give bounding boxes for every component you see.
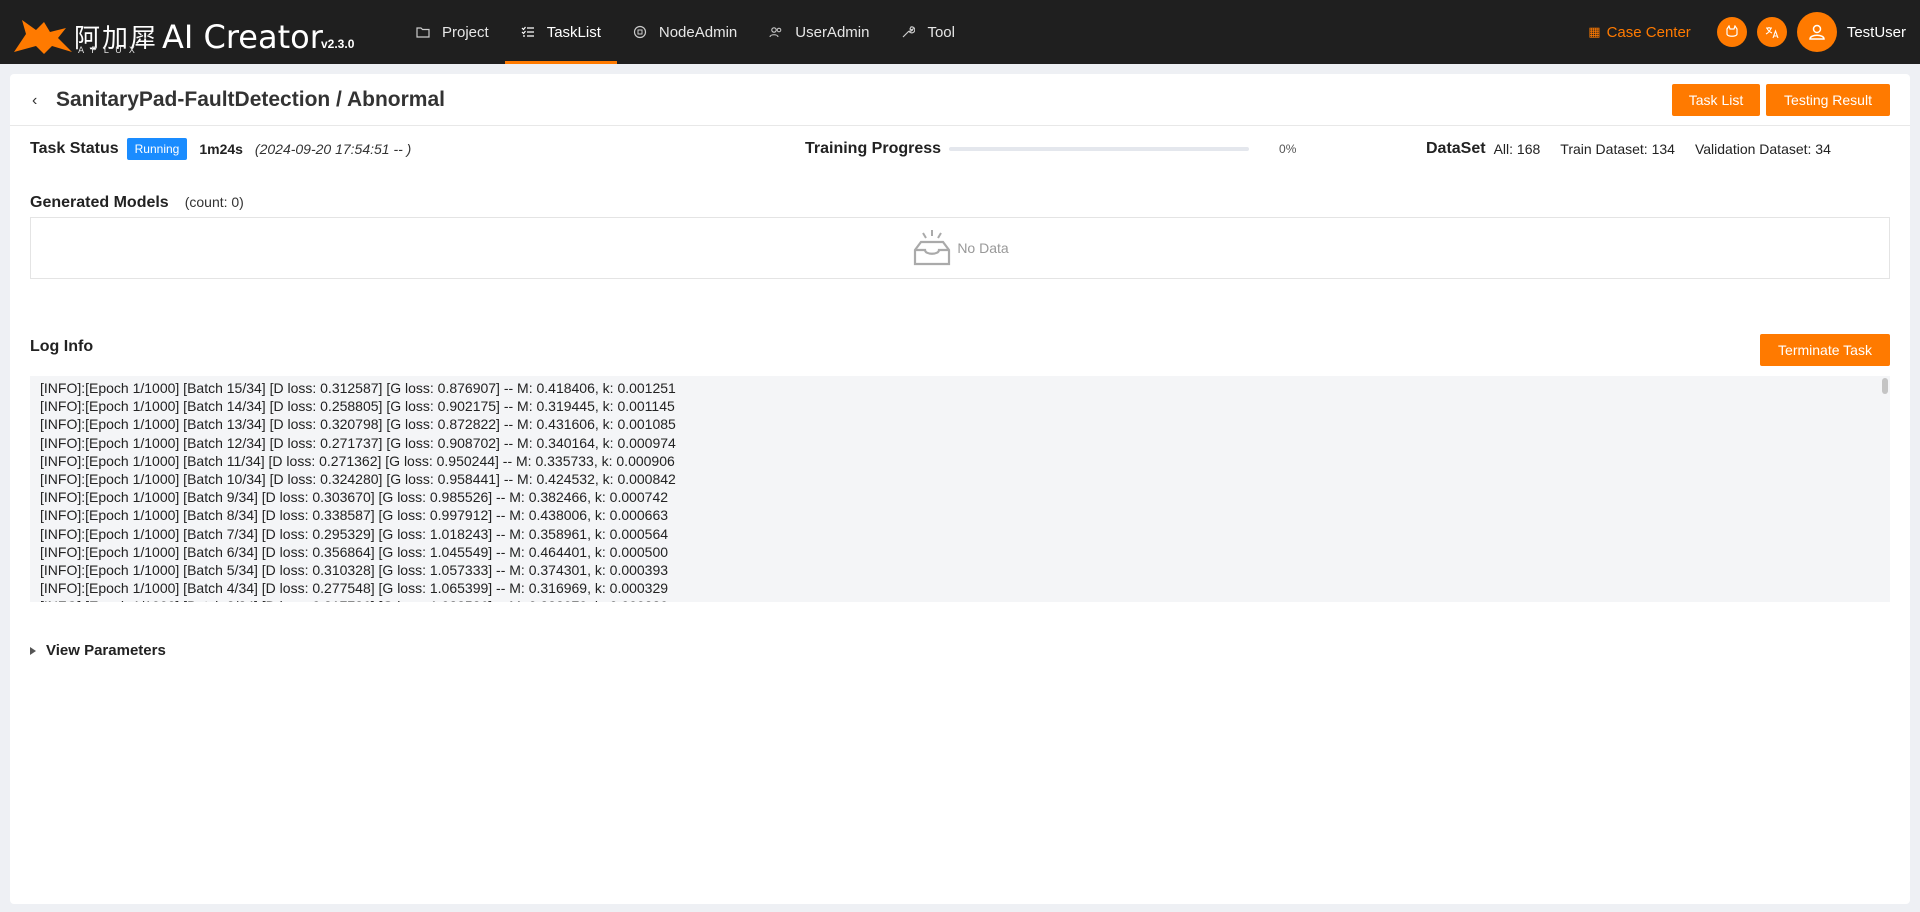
generated-models-header: Generated Models (count: 0) — [30, 194, 244, 212]
grid-icon: ▦ — [1588, 24, 1601, 39]
task-list-button[interactable]: Task List — [1672, 84, 1760, 116]
no-data-text: No Data — [957, 240, 1009, 256]
nav-item-tool[interactable]: Tool — [885, 0, 971, 64]
log-line: [INFO]:[Epoch 1/1000] [Batch 9/34] [D lo… — [40, 489, 669, 506]
app-version: v2.3.0 — [321, 37, 355, 51]
log-line: [INFO]:[Epoch 1/1000] [Batch 4/34] [D lo… — [40, 580, 669, 597]
github-button[interactable] — [1716, 17, 1747, 47]
log-line: [INFO]:[Epoch 1/1000] [Batch 7/34] [D lo… — [40, 525, 669, 542]
progress-bar-track — [949, 147, 1250, 151]
log-line: [INFO]:[Epoch 1/1000] [Batch 5/34] [D lo… — [40, 562, 669, 579]
testing-result-button[interactable]: Testing Result — [1766, 84, 1890, 116]
case-center-label: Case Center — [1606, 23, 1691, 41]
log-line: [INFO]:[Epoch 1/1000] [Batch 14/34] [D l… — [40, 398, 675, 415]
translate-icon — [1765, 27, 1779, 39]
case-center-link[interactable]: ▦ Case Center — [1588, 24, 1691, 41]
header-right-tools: ▦ Case Center TestUser — [1588, 0, 1906, 64]
wrench-icon — [903, 26, 916, 38]
main-nav: Project TaskList NodeAdmin UserAdmin Too… — [400, 0, 971, 64]
cat-icon — [1726, 25, 1738, 37]
top-nav-bar: 阿加犀 APLUX AI Creator v2.3.0 Project Task… — [0, 0, 1920, 64]
log-line: [INFO]:[Epoch 1/1000] [Batch 12/34] [D l… — [40, 434, 676, 451]
caret-right-icon — [30, 646, 36, 655]
nav-item-project[interactable]: Project — [400, 0, 505, 64]
dataset-summary: DataSet All: 168 Train Dataset: 134 Vali… — [1426, 138, 1831, 160]
language-button[interactable] — [1756, 17, 1787, 47]
users-icon — [769, 27, 782, 38]
nav-label: Project — [442, 23, 489, 41]
view-parameters-toggle[interactable]: View Parameters — [30, 642, 166, 659]
username[interactable]: TestUser — [1847, 24, 1906, 41]
task-detail-card: ‹ SanitaryPad-FaultDetection / Abnormal … — [10, 74, 1910, 904]
task-start-time: (2024-09-20 17:54:51 -- ) — [254, 141, 412, 157]
models-empty-state: No Data — [30, 217, 1890, 279]
log-line: [INFO]:[Epoch 1/1000] [Batch 8/34] [D lo… — [40, 507, 669, 524]
dataset-all: All: 168 — [1493, 141, 1541, 157]
nav-label: TaskList — [546, 23, 601, 41]
log-info-header: Log Info — [30, 338, 93, 356]
log-line: [INFO]:[Epoch 1/1000] [Batch 6/34] [D lo… — [40, 543, 669, 560]
log-output[interactable]: [INFO]:[Epoch 1/1000] [Batch 15/34] [D l… — [30, 376, 1890, 602]
task-duration: 1m24s — [199, 141, 243, 157]
nav-item-nodeadmin[interactable]: NodeAdmin — [617, 0, 753, 64]
generated-models-label: Generated Models — [30, 194, 169, 211]
nav-label: NodeAdmin — [658, 23, 738, 41]
log-line: [INFO]:[Epoch 1/1000] [Batch 15/34] [D l… — [40, 380, 676, 396]
log-info-label: Log Info — [30, 338, 94, 355]
nav-label: Tool — [927, 23, 955, 41]
log-line: [INFO]:[Epoch 1/1000] [Batch 3/34] [D lo… — [40, 597, 1890, 602]
training-progress: Training Progress 0% — [805, 138, 1296, 160]
nav-item-tasklist[interactable]: TaskList — [504, 0, 618, 64]
models-count: (count: 0) — [184, 194, 244, 210]
task-status-row: Task Status Running 1m24s (2024-09-20 17… — [30, 138, 411, 160]
app-name: AI Creator — [162, 18, 323, 56]
dataset-validation: Validation Dataset: 34 — [1694, 141, 1831, 157]
title-row: ‹ SanitaryPad-FaultDetection / Abnormal … — [10, 74, 1910, 126]
progress-percent: 0% — [1279, 142, 1297, 156]
log-scrollbar[interactable] — [1882, 378, 1888, 394]
dataset-label: DataSet — [1426, 140, 1486, 157]
terminate-task-button[interactable]: Terminate Task — [1760, 334, 1890, 366]
log-line: [INFO]:[Epoch 1/1000] [Batch 11/34] [D l… — [40, 452, 675, 469]
aplux-logo[interactable] — [12, 12, 76, 56]
user-icon — [1809, 24, 1825, 40]
log-lines: [INFO]:[Epoch 1/1000] [Batch 15/34] [D l… — [30, 376, 1890, 602]
dataset-train: Train Dataset: 134 — [1560, 141, 1675, 157]
page-title: SanitaryPad-FaultDetection / Abnormal — [56, 88, 445, 111]
node-icon — [633, 25, 646, 39]
nav-item-useradmin[interactable]: UserAdmin — [753, 0, 885, 64]
log-line: [INFO]:[Epoch 1/1000] [Batch 10/34] [D l… — [40, 471, 676, 488]
task-status-label: Task Status — [30, 140, 119, 157]
training-progress-label: Training Progress — [805, 140, 942, 157]
logo-mark-icon — [14, 20, 72, 54]
brand-sub-name: APLUX — [78, 46, 142, 56]
status-badge: Running — [126, 138, 188, 160]
view-parameters-label: View Parameters — [46, 642, 166, 659]
user-avatar[interactable] — [1796, 12, 1837, 52]
list-check-icon — [521, 26, 534, 37]
back-arrow-icon[interactable]: ‹ — [32, 92, 37, 110]
nav-label: UserAdmin — [795, 23, 870, 41]
folder-icon — [416, 27, 430, 38]
empty-inbox-icon — [914, 230, 951, 266]
log-line: [INFO]:[Epoch 1/1000] [Batch 13/34] [D l… — [40, 416, 676, 433]
